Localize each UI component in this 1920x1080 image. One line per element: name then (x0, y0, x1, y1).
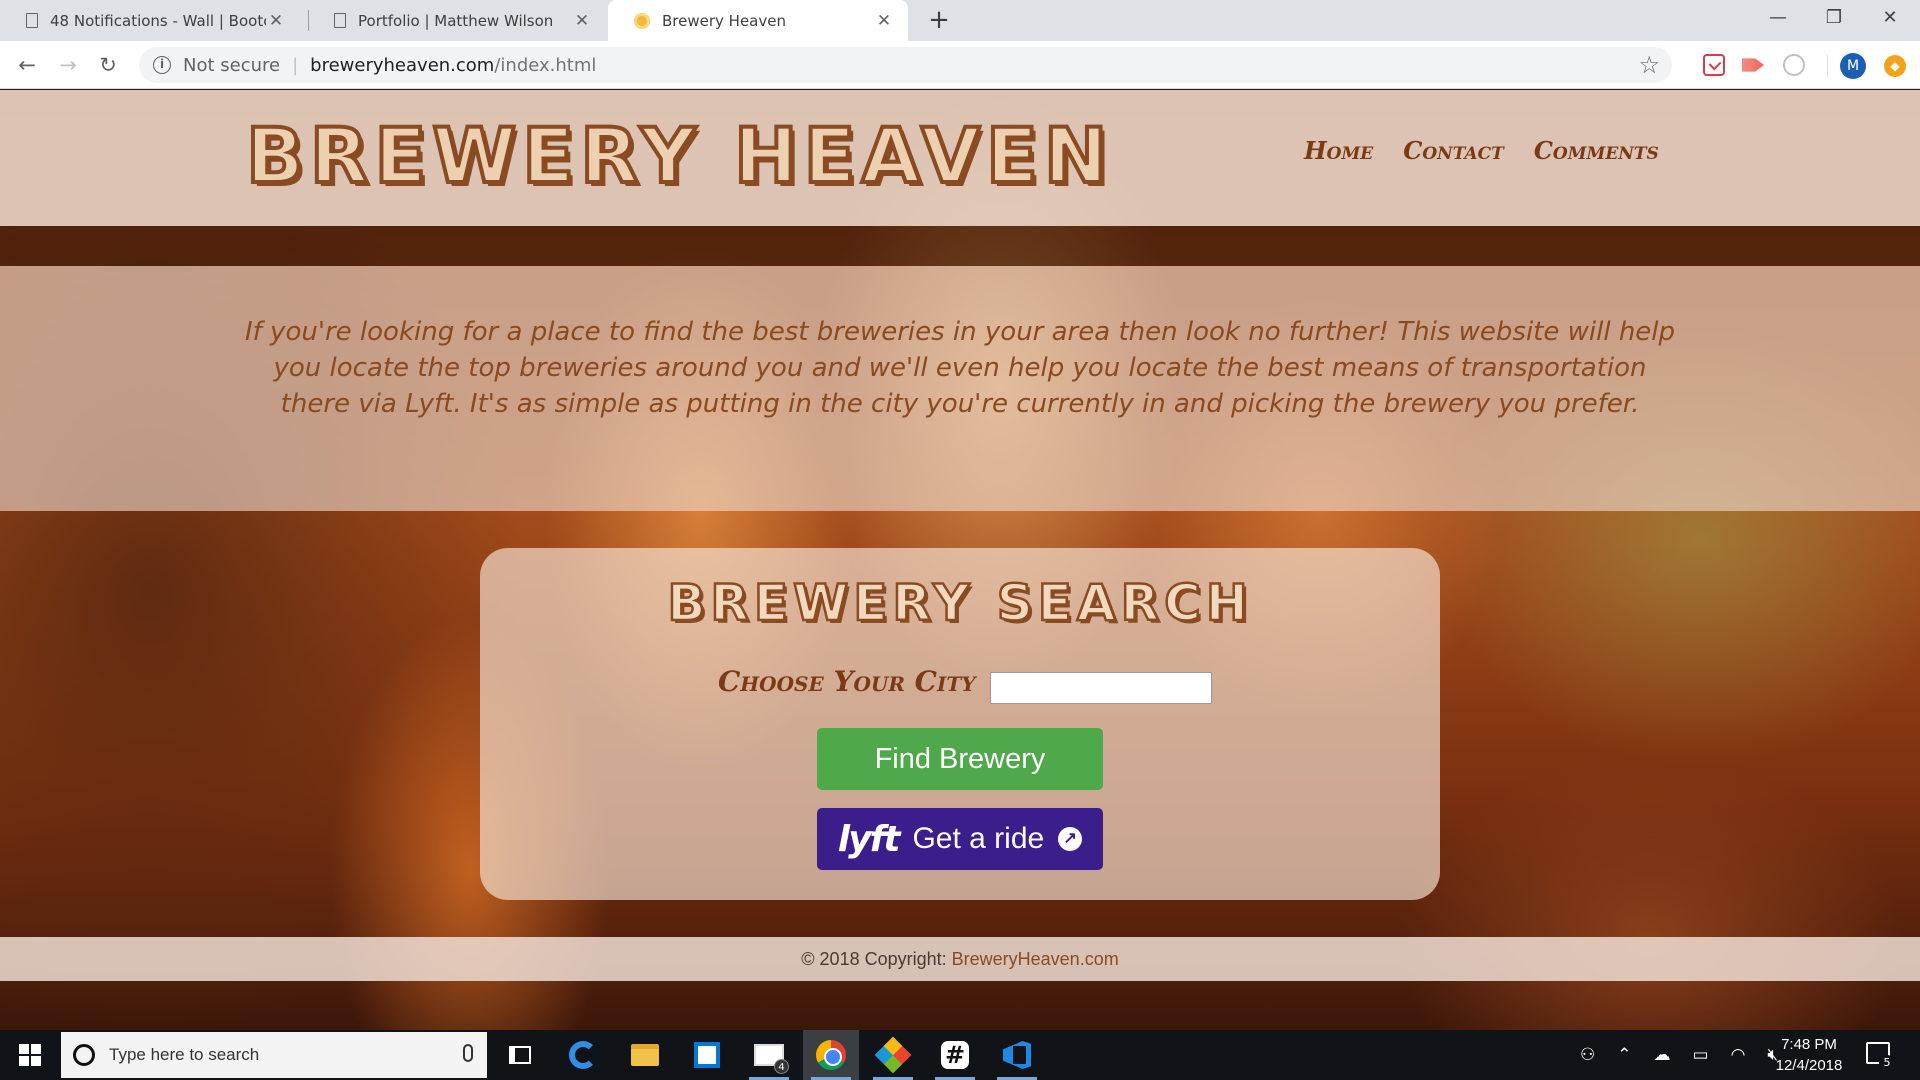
arrow-up-right-icon: ↗ (1058, 827, 1083, 851)
tab-title: Portfolio | Matthew Wilson (358, 11, 554, 30)
find-brewery-button[interactable]: Find Brewery (817, 728, 1103, 790)
taskbar-search-placeholder: Type here to search (109, 1045, 260, 1064)
system-tray: ⚇ ⌃ ☁ ▭ ◠ 🔇︎ (1580, 1030, 1778, 1080)
pocket-extension-icon[interactable] (1703, 54, 1725, 76)
minimize-button[interactable]: — (1750, 0, 1806, 36)
git-icon (874, 1036, 912, 1074)
bookmark-star-icon[interactable]: ☆ (1638, 51, 1660, 79)
wifi-icon[interactable]: ◠ (1731, 1045, 1746, 1065)
notification-count: 5 (1879, 1055, 1895, 1071)
chrome-app[interactable] (803, 1030, 859, 1080)
task-view-icon (509, 1046, 531, 1064)
folder-icon (631, 1044, 659, 1066)
toolbar-divider (1827, 55, 1828, 77)
reload-button[interactable]: ↻ (94, 51, 122, 79)
taskbar-search-box[interactable]: Type here to search (61, 1032, 487, 1078)
slack-icon: # (941, 1041, 969, 1069)
site-footer: © 2018 Copyright: BreweryHeaven.com (0, 937, 1920, 981)
url-host: breweryheaven.com (310, 54, 495, 76)
security-status[interactable]: Not secure (183, 55, 280, 76)
cast-extension-icon[interactable] (1742, 58, 1764, 72)
tab-title: Brewery Heaven (662, 11, 786, 30)
windows-logo-icon (19, 1044, 29, 1054)
edge-app[interactable] (555, 1030, 611, 1080)
tab-title: 48 Notifications - Wall | Bootcam (50, 11, 266, 30)
battery-icon[interactable]: ▭ (1693, 1045, 1709, 1065)
browser-toolbar: ← → ↻ i Not secure | breweryheaven.com /… (0, 41, 1920, 89)
maximize-button[interactable]: ❐ (1806, 0, 1862, 36)
document-icon (26, 13, 38, 28)
back-button[interactable]: ← (13, 51, 41, 79)
extension-icon[interactable] (1783, 54, 1805, 76)
close-tab-icon[interactable]: ✕ (266, 11, 286, 31)
intro-section: If you're looking for a place to find th… (0, 266, 1920, 511)
intro-text: If you're looking for a place to find th… (244, 317, 1676, 419)
clock-date: 12/4/2018 (1775, 1057, 1843, 1074)
address-bar[interactable]: i Not secure | breweryheaven.com /index.… (139, 47, 1672, 83)
city-input[interactable] (990, 672, 1212, 704)
nav-contact-link[interactable]: Contact (1403, 136, 1504, 165)
update-extension-icon[interactable]: ◆ (1884, 55, 1906, 77)
site-nav: Home Contact Comments (1304, 136, 1659, 165)
tab-portfolio[interactable]: Portfolio | Matthew Wilson ✕ (308, 0, 606, 41)
lyft-logo: lyft (837, 818, 901, 860)
vscode-app[interactable] (989, 1030, 1045, 1080)
city-label: Choose Your City (718, 665, 976, 698)
site-logo[interactable]: BREWERY HEAVEN (244, 116, 1114, 196)
search-title: BREWERY SEARCH (666, 574, 1253, 632)
file-explorer-app[interactable] (617, 1030, 673, 1080)
brewery-search-card: BREWERY SEARCH Choose Your City Find Bre… (480, 548, 1440, 900)
windows-taskbar: Type here to search 4 # ⚇ ⌃ ☁ ▭ ◠ 🔇︎ 7:4… (0, 1030, 1920, 1080)
start-button[interactable] (0, 1030, 60, 1080)
onedrive-icon[interactable]: ☁ (1654, 1045, 1671, 1065)
vscode-icon (1003, 1041, 1031, 1069)
close-window-button[interactable]: ✕ (1862, 0, 1918, 36)
forward-button[interactable]: → (54, 51, 82, 79)
microphone-icon[interactable] (463, 1044, 473, 1062)
slack-app[interactable]: # (927, 1030, 983, 1080)
background-band (0, 226, 1920, 266)
info-icon[interactable]: i (153, 56, 171, 74)
browser-tabstrip: 48 Notifications - Wall | Bootcam ✕ Port… (0, 0, 1920, 41)
cortana-icon (73, 1044, 95, 1066)
windows-logo-icon (31, 1056, 41, 1066)
web-page: BREWERY HEAVEN Home Contact Comments If … (0, 90, 1920, 1030)
close-tab-icon[interactable]: ✕ (874, 11, 894, 31)
git-app[interactable] (865, 1030, 921, 1080)
windows-logo-icon (31, 1044, 41, 1054)
site-header: BREWERY HEAVEN Home Contact Comments (0, 90, 1920, 226)
action-center-icon[interactable]: 5 (1866, 1042, 1895, 1071)
document-icon (334, 13, 346, 28)
copyright-text: © 2018 Copyright: (801, 949, 952, 969)
omnibox-divider: | (292, 54, 299, 76)
chrome-icon (816, 1040, 846, 1070)
people-icon[interactable]: ⚇ (1580, 1045, 1595, 1065)
lyft-get-ride-button[interactable]: lyft Get a ride ↗ (817, 808, 1103, 870)
edge-icon (569, 1041, 597, 1069)
beer-favicon-icon (634, 12, 650, 29)
clock-time: 7:48 PM (1781, 1036, 1837, 1053)
lyft-button-label: Get a ride (912, 822, 1045, 855)
store-app[interactable] (679, 1030, 735, 1080)
windows-logo-icon (19, 1056, 29, 1066)
close-tab-icon[interactable]: ✕ (572, 11, 592, 31)
nav-home-link[interactable]: Home (1304, 136, 1373, 165)
url-path: /index.html (494, 54, 597, 76)
mail-app[interactable]: 4 (741, 1030, 797, 1080)
new-tab-button[interactable]: + (924, 6, 954, 36)
taskbar-clock[interactable]: 7:48 PM 12/4/2018 (1764, 1034, 1854, 1076)
nav-comments-link[interactable]: Comments (1534, 136, 1659, 165)
store-icon (694, 1042, 720, 1068)
tab-notifications[interactable]: 48 Notifications - Wall | Bootcam ✕ (0, 0, 300, 41)
chevron-up-icon[interactable]: ⌃ (1617, 1045, 1631, 1065)
mail-badge: 4 (774, 1059, 789, 1074)
task-view-button[interactable] (492, 1030, 548, 1080)
footer-link[interactable]: BreweryHeaven.com (952, 949, 1119, 969)
tab-brewery-heaven[interactable]: Brewery Heaven ✕ (608, 0, 908, 41)
profile-avatar[interactable]: M (1840, 53, 1866, 79)
